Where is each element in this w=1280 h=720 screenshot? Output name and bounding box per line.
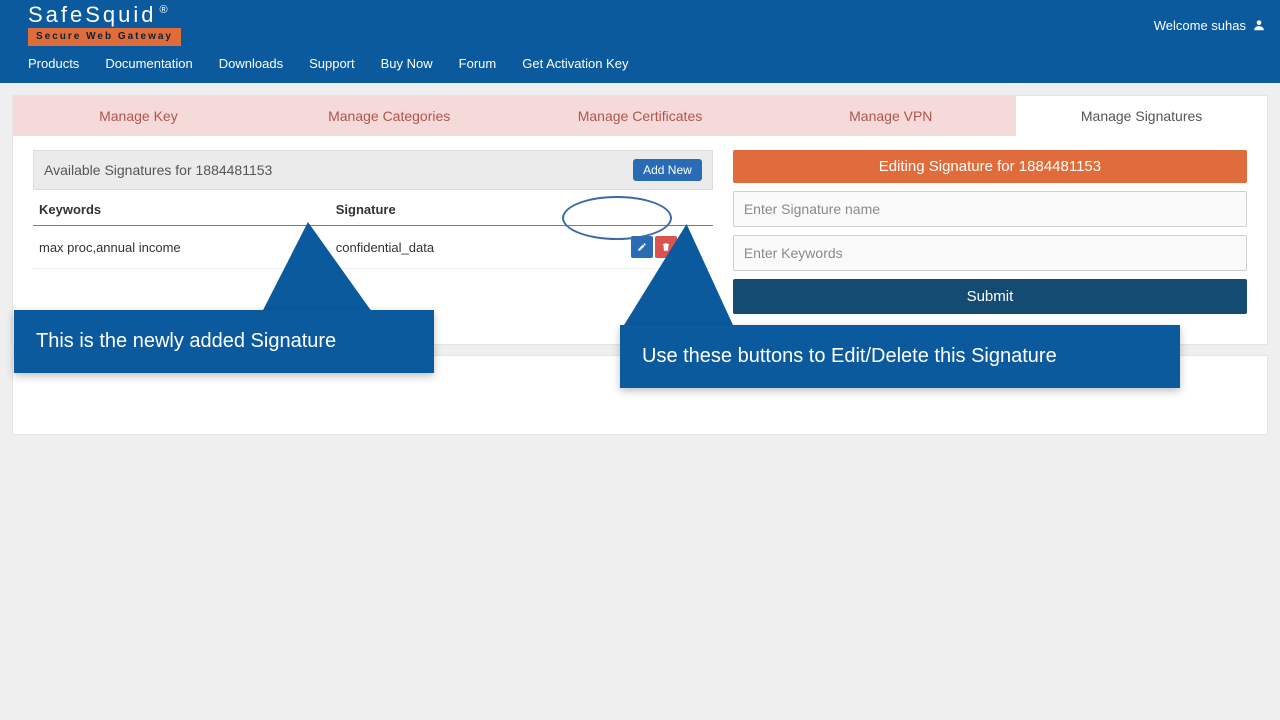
tab-manage-key[interactable]: Manage Key [13, 96, 264, 136]
nav-documentation[interactable]: Documentation [105, 56, 192, 71]
col-signature: Signature [330, 194, 543, 226]
main-nav: Products Documentation Downloads Support… [0, 46, 1280, 83]
cell-signature: confidential_data [330, 226, 543, 269]
callout-new-signature-text: This is the newly added Signature [36, 330, 336, 352]
tab-manage-vpn[interactable]: Manage VPN [765, 96, 1016, 136]
tab-manage-signatures[interactable]: Manage Signatures [1016, 96, 1267, 136]
callout-new-signature: This is the newly added Signature [14, 310, 434, 373]
signature-keywords-input[interactable] [733, 235, 1247, 271]
nav-products[interactable]: Products [28, 56, 79, 71]
welcome-text: Welcome suhas [1154, 18, 1246, 33]
submit-button[interactable]: Submit [733, 279, 1247, 314]
user-icon [1252, 18, 1266, 32]
nav-support[interactable]: Support [309, 56, 355, 71]
welcome-user[interactable]: Welcome suhas [1154, 18, 1266, 33]
top-header: SafeSquid ® Secure Web Gateway Welcome s… [0, 0, 1280, 83]
signature-name-input[interactable] [733, 191, 1247, 227]
nav-buy-now[interactable]: Buy Now [381, 56, 433, 71]
tab-manage-categories[interactable]: Manage Categories [264, 96, 515, 136]
pencil-icon [637, 241, 647, 253]
add-new-button[interactable]: Add New [633, 159, 702, 181]
signatures-panel-title: Available Signatures for 1884481153 [44, 162, 272, 178]
callout-edit-delete: Use these buttons to Edit/Delete this Si… [620, 325, 1180, 388]
brand-tagline: Secure Web Gateway [28, 28, 181, 46]
nav-activation-key[interactable]: Get Activation Key [522, 56, 628, 71]
nav-forum[interactable]: Forum [459, 56, 497, 71]
brand-logo: SafeSquid ® Secure Web Gateway [28, 4, 181, 46]
tab-bar: Manage Key Manage Categories Manage Cert… [13, 96, 1267, 136]
brand-name: SafeSquid [28, 4, 157, 26]
brand-registered-mark: ® [160, 5, 171, 16]
tab-manage-certificates[interactable]: Manage Certificates [515, 96, 766, 136]
nav-downloads[interactable]: Downloads [219, 56, 283, 71]
col-keywords: Keywords [33, 194, 330, 226]
callout-edit-delete-text: Use these buttons to Edit/Delete this Si… [642, 345, 1057, 367]
editor-title: Editing Signature for 1884481153 [733, 150, 1247, 183]
signature-editor-panel: Editing Signature for 1884481153 Submit [733, 150, 1247, 314]
